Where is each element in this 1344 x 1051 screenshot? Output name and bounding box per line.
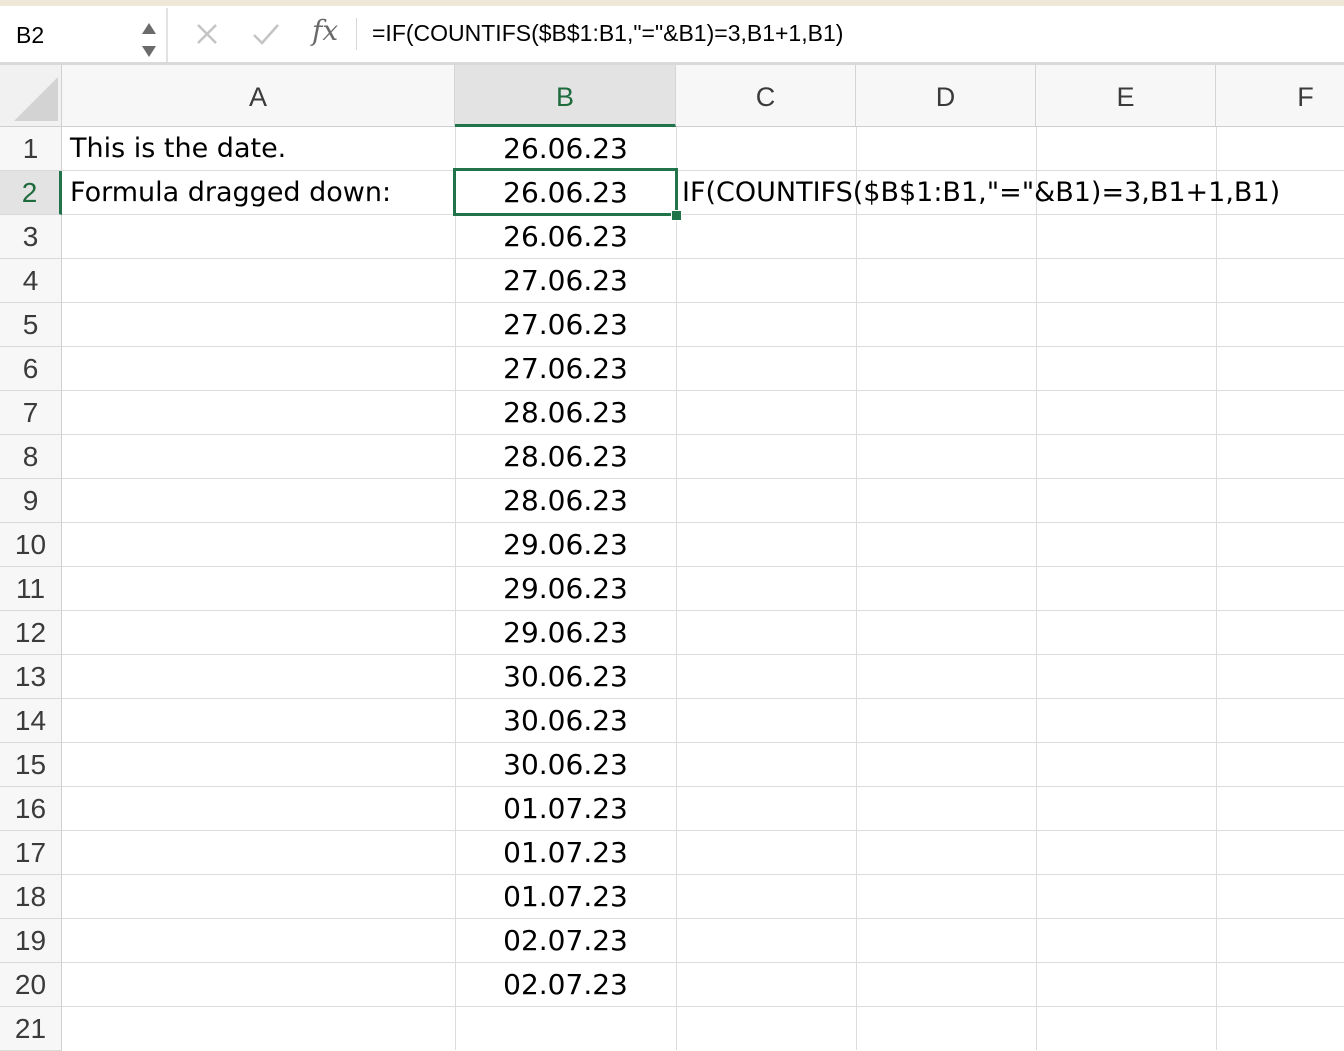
gridline [856,127,857,1050]
column-header-f[interactable]: F [1216,65,1344,127]
gridline [62,522,1344,523]
name-box-stepper[interactable] [140,21,158,61]
row-header-9[interactable]: 9 [0,479,62,523]
cell-b8[interactable]: 28.06.23 [455,435,676,479]
cell-b4[interactable]: 27.06.23 [455,259,676,303]
gridline [62,566,1344,567]
row-header-10[interactable]: 10 [0,523,62,567]
gridline [62,830,1344,831]
gridline [62,302,1344,303]
row-header-20[interactable]: 20 [0,963,62,1007]
cell-b15[interactable]: 30.06.23 [455,743,676,787]
column-header-e[interactable]: E [1036,65,1216,127]
gridline [62,434,1344,435]
divider [356,18,357,50]
gridline [62,874,1344,875]
gridline [62,610,1344,611]
column-header-d[interactable]: D [856,65,1036,127]
column-header-c[interactable]: C [676,65,856,127]
cell-b11[interactable]: 29.06.23 [455,567,676,611]
formula-bar: B2 fx =IF(COUNTIFS($B$1:B1,"="&B1)=3,B1+… [0,0,1344,65]
row-header-13[interactable]: 13 [0,655,62,699]
gridline [1216,127,1217,1050]
row-header-15[interactable]: 15 [0,743,62,787]
check-icon[interactable] [250,20,282,48]
gridline [62,654,1344,655]
cell-b3[interactable]: 26.06.23 [455,215,676,259]
select-all-button[interactable] [0,65,62,127]
cell-b12[interactable]: 29.06.23 [455,611,676,655]
gridline [62,918,1344,919]
row-header-21[interactable]: 21 [0,1007,62,1051]
cell-b5[interactable]: 27.06.23 [455,303,676,347]
row-header-4[interactable]: 4 [0,259,62,303]
name-box[interactable]: B2 [0,8,164,60]
row-header-14[interactable]: 14 [0,699,62,743]
gridline [62,258,1344,259]
gridline [62,698,1344,699]
cell-b10[interactable]: 29.06.23 [455,523,676,567]
column-header-a[interactable]: A [62,65,455,127]
cell-b7[interactable]: 28.06.23 [455,391,676,435]
divider [166,8,168,62]
row-header-17[interactable]: 17 [0,831,62,875]
row-header-3[interactable]: 3 [0,215,62,259]
row-header-1[interactable]: 1 [0,127,62,171]
close-icon[interactable] [193,20,221,48]
cell-b6[interactable]: 27.06.23 [455,347,676,391]
row-header-12[interactable]: 12 [0,611,62,655]
gridline [62,390,1344,391]
cell-b9[interactable]: 28.06.23 [455,479,676,523]
row-header-5[interactable]: 5 [0,303,62,347]
cell-b16[interactable]: 01.07.23 [455,787,676,831]
cell-b1[interactable]: 26.06.23 [455,127,676,171]
gridline [62,742,1344,743]
gridline [62,346,1344,347]
gridline [62,1006,1344,1007]
cell-b13[interactable]: 30.06.23 [455,655,676,699]
cell-c2[interactable]: IF(COUNTIFS($B$1:B1,"="&B1)=3,B1+1,B1) [682,171,1280,215]
cell-b14[interactable]: 30.06.23 [455,699,676,743]
column-header-b[interactable]: B [455,65,676,127]
spreadsheet-grid[interactable]: A B C D E F 1 2 3 4 5 6 7 8 9 10 11 12 1… [0,65,1344,1051]
gridline [1036,127,1037,1050]
cell-b20[interactable]: 02.07.23 [455,963,676,1007]
gridline [62,962,1344,963]
cell-b18[interactable]: 01.07.23 [455,875,676,919]
row-header-6[interactable]: 6 [0,347,62,391]
gridline [62,786,1344,787]
row-header-19[interactable]: 19 [0,919,62,963]
cell-a1[interactable]: This is the date. [70,127,286,171]
gridline [676,127,677,1050]
fill-handle[interactable] [671,210,682,221]
formula-input[interactable]: =IF(COUNTIFS($B$1:B1,"="&B1)=3,B1+1,B1) [372,20,843,47]
cell-a2[interactable]: Formula dragged down: [70,171,391,215]
row-header-2[interactable]: 2 [0,171,62,215]
cell-b17[interactable]: 01.07.23 [455,831,676,875]
row-header-16[interactable]: 16 [0,787,62,831]
row-header-11[interactable]: 11 [0,567,62,611]
active-cell-outline [453,168,678,216]
chevron-up-icon[interactable] [142,23,156,34]
cell-b19[interactable]: 02.07.23 [455,919,676,963]
window-top-strip [0,0,1344,6]
select-all-triangle-icon [14,77,58,121]
gridline [62,478,1344,479]
chevron-down-icon[interactable] [142,46,156,57]
function-icon[interactable]: fx [312,14,338,47]
row-header-7[interactable]: 7 [0,391,62,435]
name-box-value[interactable]: B2 [16,22,44,49]
row-header-18[interactable]: 18 [0,875,62,919]
row-header-8[interactable]: 8 [0,435,62,479]
